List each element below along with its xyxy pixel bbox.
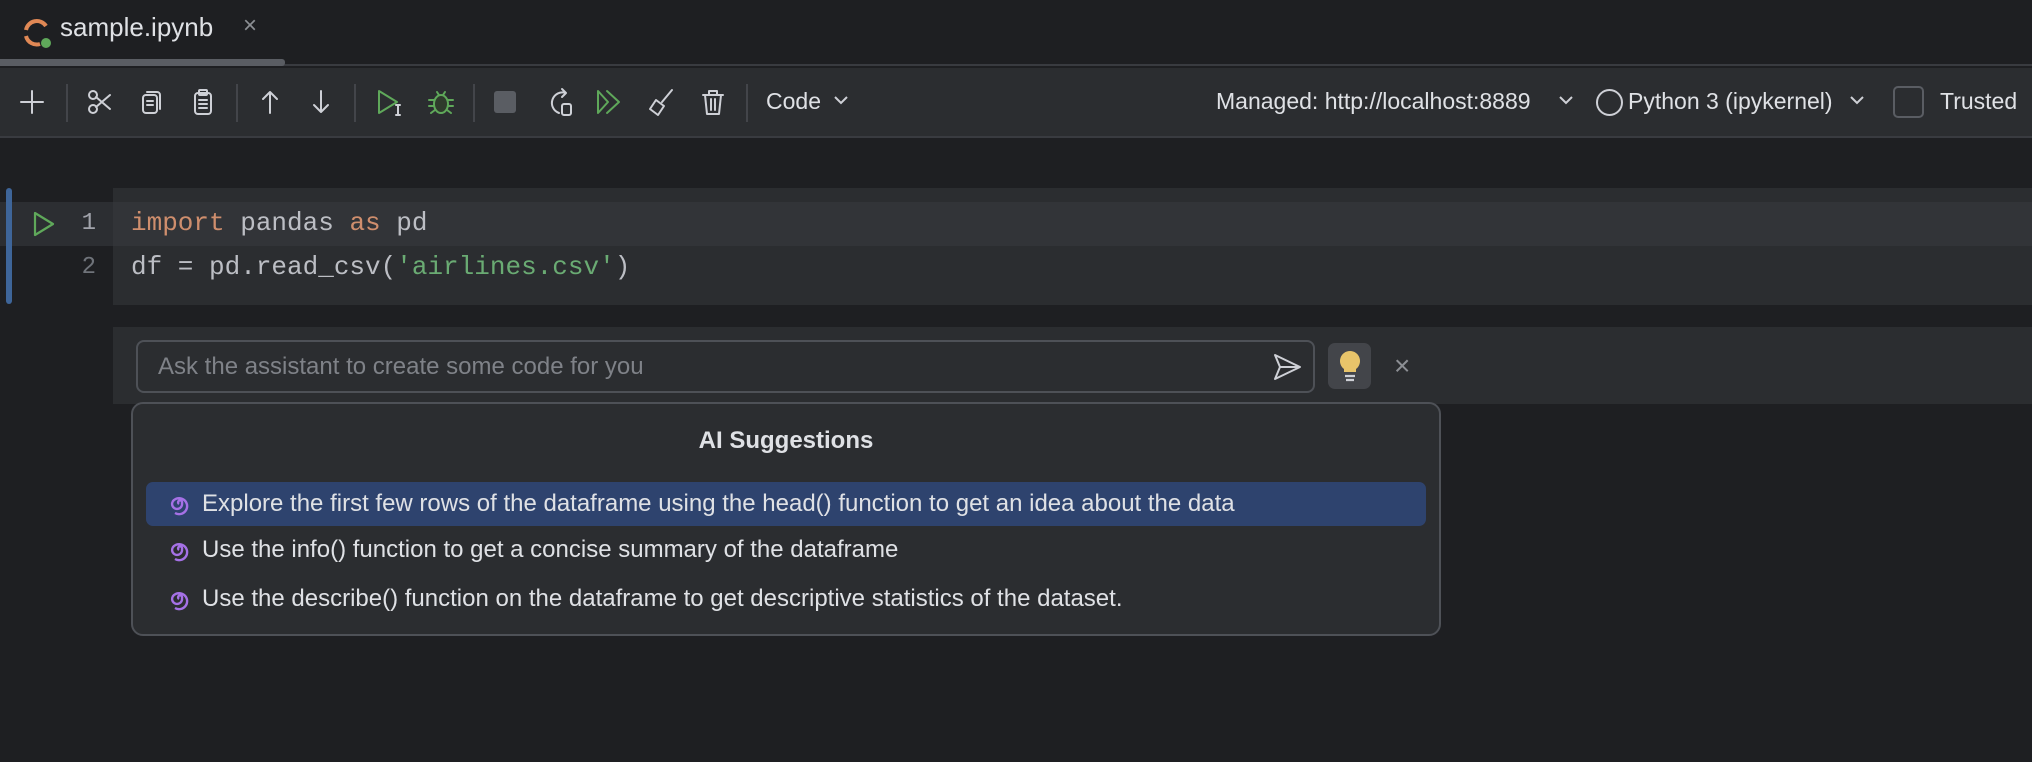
- close-assistant-button[interactable]: ×: [1394, 350, 1410, 382]
- notebook-file-icon: [20, 16, 54, 50]
- line-number: 2: [81, 254, 96, 281]
- chevron-down-icon[interactable]: [833, 92, 849, 108]
- tab-sample-ipynb[interactable]: sample.ipynb: [60, 12, 213, 43]
- trusted-label: Trusted: [1940, 88, 2018, 114]
- ask-assistant-input[interactable]: [136, 340, 1315, 393]
- toolbar-divider: [66, 84, 68, 122]
- stop-icon: [494, 91, 516, 113]
- kernel-status-icon: [1596, 89, 1623, 116]
- tab-bar: [0, 0, 2032, 66]
- send-icon: [1274, 354, 1301, 380]
- server-select[interactable]: Managed: http://localhost:8889: [1216, 88, 1531, 115]
- lightbulb-icon: [1339, 351, 1360, 382]
- run-cursor-icon: [378, 90, 401, 116]
- ai-spiral-icon: [170, 591, 189, 611]
- cell-type-select[interactable]: Code: [766, 88, 821, 115]
- code-line-2[interactable]: df = pd.read_csv('airlines.csv'): [131, 252, 630, 282]
- code-line-1[interactable]: import pandas as pd: [131, 208, 427, 238]
- run-cell-button[interactable]: [373, 86, 405, 118]
- broom-icon: [649, 89, 673, 116]
- delete-cell-button[interactable]: [697, 86, 729, 118]
- copy-button[interactable]: [136, 86, 168, 118]
- toolbar-divider: [236, 84, 238, 122]
- stop-button[interactable]: [489, 86, 521, 118]
- code-text: df = pd.read_csv(: [131, 252, 397, 282]
- line-number: 1: [81, 210, 96, 237]
- arrow-down-icon: [313, 90, 329, 113]
- run-all-icon: [597, 90, 620, 114]
- toolbar-divider: [746, 84, 748, 122]
- move-up-button[interactable]: [254, 86, 286, 118]
- trusted-checkbox[interactable]: [1893, 86, 1924, 118]
- arrow-up-icon: [262, 91, 278, 114]
- restart-kernel-button[interactable]: [544, 86, 576, 118]
- suggestion-item[interactable]: Explore the first few rows of the datafr…: [146, 482, 1426, 526]
- cut-button[interactable]: [84, 86, 116, 118]
- paste-button[interactable]: [187, 86, 219, 118]
- code-text: pandas: [224, 208, 350, 238]
- suggestion-text: Explore the first few rows of the datafr…: [202, 490, 1235, 517]
- suggestions-toggle-button[interactable]: [1328, 343, 1371, 389]
- debug-cell-button[interactable]: [425, 86, 457, 118]
- keyword: as: [349, 208, 381, 238]
- trash-icon: [702, 90, 724, 115]
- suggestion-item[interactable]: Use the info() function to get a concise…: [146, 528, 1426, 572]
- move-down-button[interactable]: [305, 86, 337, 118]
- ai-spiral-icon: [170, 542, 189, 562]
- code-text: pd: [380, 208, 428, 238]
- send-button[interactable]: [1270, 350, 1304, 384]
- suggestion-text: Use the info() function to get a concise…: [202, 536, 899, 563]
- code-text: ): [614, 252, 631, 282]
- clipboard-icon: [194, 89, 212, 115]
- scissors-icon: [88, 90, 111, 114]
- run-all-button[interactable]: [593, 86, 625, 118]
- keyword: import: [131, 208, 225, 238]
- kernel-select[interactable]: Python 3 (ipykernel): [1628, 88, 1833, 115]
- suggestion-text: Use the describe() function on the dataf…: [202, 585, 1123, 612]
- chevron-down-icon[interactable]: [1849, 92, 1865, 108]
- tab-close-icon[interactable]: ×: [243, 12, 257, 40]
- toolbar-divider: [354, 84, 356, 122]
- string-literal: 'airlines.csv': [396, 252, 615, 282]
- plus-icon: [20, 90, 44, 114]
- tab-active-indicator: [0, 59, 285, 66]
- run-cell-gutter-icon[interactable]: [30, 210, 58, 238]
- bug-icon: [428, 91, 454, 114]
- chevron-down-icon[interactable]: [1558, 92, 1574, 108]
- selected-cell-indicator: [6, 188, 12, 304]
- clear-outputs-button[interactable]: [645, 86, 677, 118]
- suggestion-item[interactable]: Use the describe() function on the dataf…: [146, 577, 1426, 621]
- copy-icon: [142, 91, 161, 114]
- add-cell-button[interactable]: [16, 86, 48, 118]
- toolbar-divider: [473, 84, 475, 122]
- restart-icon: [550, 88, 572, 116]
- ai-suggestions-title: AI Suggestions: [698, 427, 874, 454]
- ai-spiral-icon: [170, 496, 189, 516]
